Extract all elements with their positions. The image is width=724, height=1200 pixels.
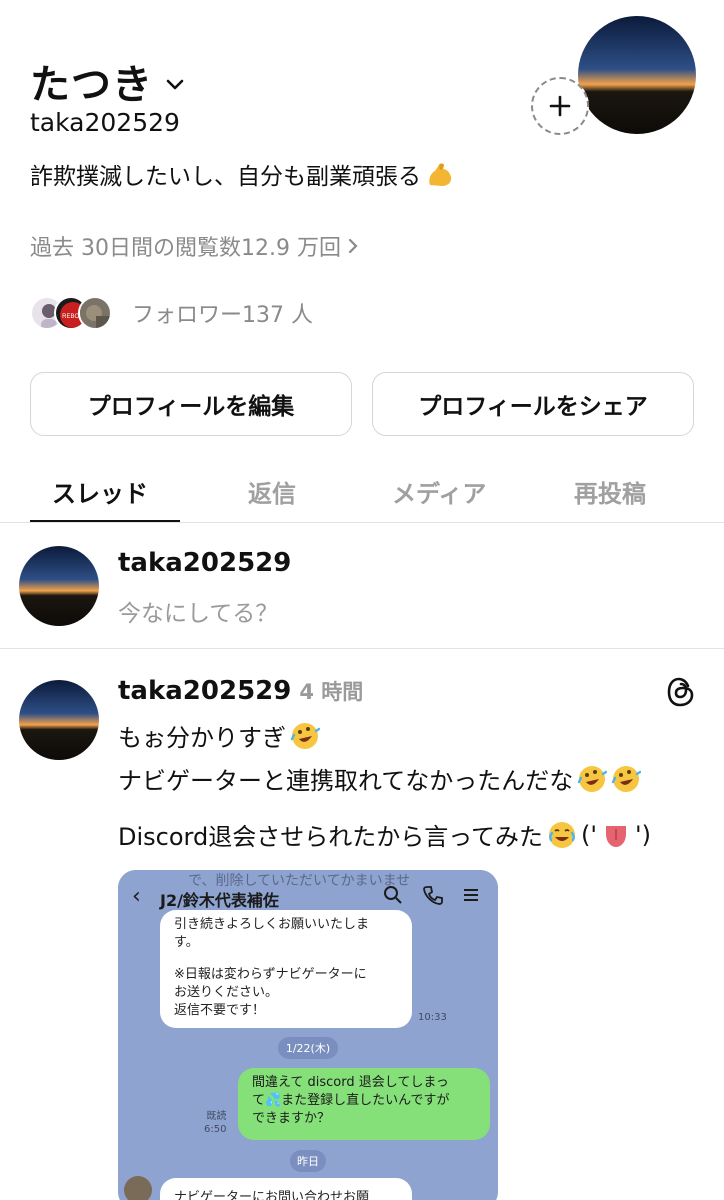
menu-icon: [464, 889, 478, 901]
read-receipt: 既読 6:50: [204, 1110, 226, 1136]
views-text: 過去 30日間の閲覧数12.9 万回: [30, 236, 341, 261]
flexed-biceps-icon: [429, 163, 452, 186]
chat-bubble-line: お送りください。: [174, 985, 279, 1000]
read-label: 既読: [206, 1111, 227, 1122]
chat-bubble-received: 引き続きよろしくお願いいたしま す。 ※日報は変わらずナビゲーターに お送りくだ…: [160, 910, 412, 1028]
divider: [0, 648, 724, 649]
chevron-down-icon[interactable]: [163, 72, 187, 96]
display-name: たつき: [30, 62, 153, 108]
tab-replies[interactable]: 返信: [248, 474, 296, 509]
composer-input[interactable]: 今なにしてる？: [118, 594, 278, 628]
handle: taka202529: [30, 108, 180, 137]
chat-bubble-line: ※日報は変わらずナビゲーターに: [174, 967, 367, 982]
threads-logo-icon[interactable]: [666, 676, 696, 708]
post-text-line: もぉ分かりすぎ: [118, 718, 320, 753]
follower-avatar: [78, 296, 112, 330]
profile-tabs: スレッド 返信 メディア 再投稿: [0, 462, 724, 522]
chevron-right-icon: [348, 238, 358, 254]
composer-username: taka202529: [118, 548, 292, 578]
post-text: もぉ分かりすぎ: [118, 724, 286, 752]
chat-bubble-line: できますか？: [252, 1111, 331, 1126]
post-image[interactable]: で、削除していただいてかまいませ ‹ J2/鈴木代表補佐 引き続きよろしくお願い…: [118, 870, 498, 1200]
tab-reposts[interactable]: 再投稿: [574, 474, 646, 509]
chat-bubble-sent: 間違えて discord 退会してしまっ て💦また登録し直したいんですが できま…: [238, 1068, 490, 1140]
post-text-suffix: '): [634, 820, 651, 849]
phone-icon: [423, 886, 443, 905]
chat-date-pill: 昨日: [290, 1150, 326, 1172]
chat-bubble-line: す。: [174, 935, 199, 950]
chat-bubble-line: て💦また登録し直したいんですが: [252, 1093, 450, 1108]
post-text-line: Discord退会させられたから言ってみた (' '): [118, 817, 651, 852]
chat-time: 10:33: [418, 1012, 447, 1023]
post-avatar[interactable]: [19, 680, 99, 760]
plus-icon: [549, 95, 571, 117]
tab-threads[interactable]: スレッド: [52, 474, 148, 509]
chat-date-pill: 1/22(木): [278, 1037, 338, 1059]
chat-title: J2/鈴木代表補佐: [160, 891, 279, 910]
followers-count: フォロワー137 人: [132, 303, 313, 328]
followers-link[interactable]: REBOO フォロワー137 人: [30, 296, 313, 330]
post-header: taka202529 4 時間: [118, 676, 363, 706]
bio: 詐欺撲滅したいし、自分も副業頑張る: [30, 157, 455, 191]
views-link[interactable]: 過去 30日間の閲覧数12.9 万回: [30, 230, 359, 262]
profile-avatar[interactable]: [578, 16, 696, 134]
chat-bubble-gap: [174, 952, 398, 966]
post-text-line: ナビゲーターと連携取れてなかったんだな: [118, 761, 642, 796]
add-story-button[interactable]: [531, 77, 589, 135]
rolling-on-floor-laughing-icon: [290, 722, 320, 749]
chat-bubble-line: 引き続きよろしくお願いいたしま: [174, 917, 370, 932]
share-profile-button[interactable]: プロフィールをシェア: [372, 372, 694, 436]
read-time: 6:50: [204, 1124, 227, 1135]
bio-text: 詐欺撲滅したいし、自分も副業頑張る: [30, 164, 421, 190]
post-timestamp: 4 時間: [299, 680, 364, 704]
divider: [0, 522, 724, 523]
post-text-suffix: (': [581, 820, 597, 849]
tongue-icon: [605, 825, 626, 847]
chat-avatar: [124, 1176, 152, 1200]
chat-bubble-line: 間違えて discord 退会してしまっ: [252, 1075, 449, 1090]
rolling-on-floor-laughing-icon: [578, 765, 608, 792]
edit-profile-button[interactable]: プロフィールを編集: [30, 372, 352, 436]
rolling-on-floor-laughing-icon: [612, 765, 642, 792]
search-icon: [384, 886, 402, 904]
back-arrow-icon: ‹: [132, 884, 141, 909]
chat-bubble-line: 返信不要です！: [174, 1003, 266, 1018]
chat-bubble-received: ナビゲーターにお問い合わせお願: [160, 1178, 412, 1200]
tab-media[interactable]: メディア: [392, 474, 486, 509]
composer-avatar: [19, 546, 99, 626]
face-with-tears-of-joy-icon: [549, 821, 576, 848]
profile-name-row[interactable]: たつき: [30, 52, 187, 110]
post-text: Discord退会させられたから言ってみた: [118, 823, 544, 851]
post-username[interactable]: taka202529: [118, 676, 291, 706]
post-text: ナビゲーターと連携取れてなかったんだな: [118, 767, 574, 795]
